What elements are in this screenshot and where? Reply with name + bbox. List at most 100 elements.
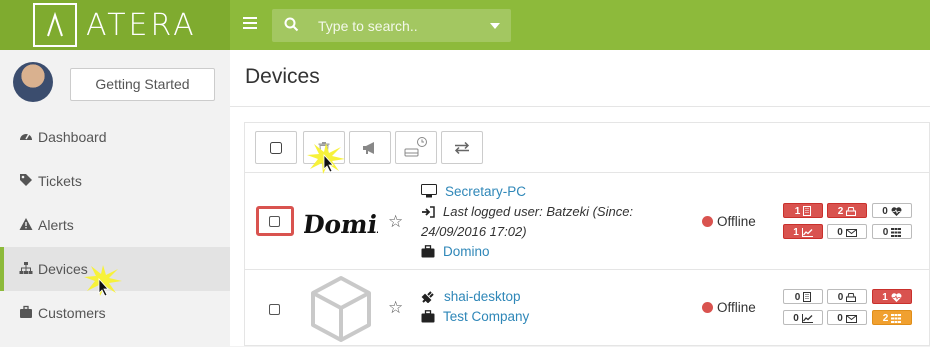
badge-apps[interactable]: 0 [872, 224, 912, 239]
tag-icon [20, 174, 32, 186]
status-badge: Offline [702, 300, 756, 315]
device-name-link[interactable]: shai-desktop [444, 289, 521, 304]
offline-dot-icon [702, 216, 713, 227]
badge-count: 0 [882, 206, 888, 217]
printer-icon [846, 207, 857, 216]
exchange-icon [454, 141, 470, 154]
badge-count: 0 [882, 227, 889, 238]
sidebar-item-label: Customers [38, 305, 106, 321]
badge-count: 2 [882, 313, 889, 324]
grid-icon [891, 228, 902, 237]
schedule-scan-button[interactable] [395, 131, 437, 164]
sidebar-item-alerts[interactable]: Alerts [0, 203, 230, 247]
chart-icon [801, 314, 813, 323]
device-info: shai-desktop Test Company [421, 287, 691, 329]
sidebar-item-dashboard[interactable]: Dashboard [0, 115, 230, 159]
sidebar-item-label: Tickets [38, 173, 82, 189]
device-name-line: shai-desktop [421, 287, 521, 307]
page-title: Devices [245, 65, 320, 88]
badge-count: 0 [837, 313, 843, 324]
badge-mail[interactable]: 0 [827, 224, 867, 239]
table-row[interactable]: ☆ shai-desktop Test Company Offline 0 0 … [245, 270, 930, 347]
badge-hardware[interactable]: 0 [783, 289, 823, 304]
transfer-button[interactable] [441, 131, 483, 164]
checkbox-icon [270, 141, 282, 154]
briefcase-icon [421, 245, 435, 258]
badge-printer[interactable]: 0 [827, 289, 867, 304]
badge-health[interactable]: 0 [872, 203, 912, 218]
logo-text: ATERA [86, 8, 197, 43]
last-user-line: Last logged user: Batzeki (Since: [421, 202, 633, 222]
customer-line: Domino [421, 242, 490, 262]
clock-hdd-icon [404, 136, 427, 156]
click-highlight-icon [307, 143, 345, 174]
badge-count: 1 [794, 206, 801, 217]
chart-icon [801, 228, 813, 237]
logo-text-domino: Domino. [304, 209, 378, 239]
device-name-line: Secretary-PC [421, 182, 526, 202]
envelope-icon [845, 315, 857, 323]
brand-area[interactable]: ATERA [0, 0, 230, 50]
megaphone-icon [363, 141, 374, 154]
last-user-cont-line: 24/09/2016 17:02) [421, 222, 527, 242]
warning-icon [19, 218, 33, 230]
customer-link[interactable]: Test Company [443, 309, 529, 324]
briefcase-icon [421, 310, 435, 323]
customer-link[interactable]: Domino [443, 244, 490, 259]
search-input[interactable] [318, 9, 478, 42]
table-row[interactable]: Domino. ☆ Secretary-PC Last logged user:… [245, 173, 930, 270]
badge-hardware[interactable]: 1 [783, 203, 823, 218]
default-device-cube-icon [311, 276, 371, 342]
main-panel: Devices Domino. ☆ Secretary-PC Last logg… [230, 50, 930, 346]
badge-count: 0 [793, 313, 799, 324]
favorite-star-icon[interactable]: ☆ [388, 298, 403, 318]
row-checkbox[interactable] [269, 304, 280, 315]
briefcase-icon [20, 305, 32, 318]
device-name-link[interactable]: Secretary-PC [445, 184, 526, 199]
device-info: Secretary-PC Last logged user: Batzeki (… [421, 182, 691, 264]
customer-line: Test Company [421, 307, 529, 327]
divider [230, 106, 930, 107]
announce-button[interactable] [349, 131, 391, 164]
sidebar: Getting Started Dashboard Tickets Alerts… [0, 50, 230, 346]
avatar[interactable] [13, 62, 53, 102]
badge-performance[interactable]: 0 [783, 310, 823, 325]
offline-dot-icon [702, 302, 713, 313]
getting-started-button[interactable]: Getting Started [70, 68, 215, 101]
customer-logo: Domino. [304, 209, 378, 239]
plug-icon [421, 291, 434, 304]
grid-icon [891, 314, 902, 323]
row-checkbox[interactable] [269, 216, 280, 227]
menu-toggle-icon[interactable] [243, 17, 257, 31]
search-box [272, 9, 511, 42]
status-badge: Offline [702, 214, 756, 229]
badge-printer[interactable]: 2 [827, 203, 867, 218]
search-dropdown-icon[interactable] [490, 23, 500, 29]
heartbeat-icon [891, 207, 902, 216]
top-bar: ATERA [0, 0, 930, 50]
sidebar-item-tickets[interactable]: Tickets [0, 159, 230, 203]
sidebar-item-label: Alerts [38, 217, 74, 233]
building-icon [803, 292, 812, 302]
badge-count: 0 [837, 227, 843, 238]
devices-panel: Domino. ☆ Secretary-PC Last logged user:… [244, 122, 930, 346]
printer-icon [846, 293, 857, 302]
desktop-icon [421, 184, 437, 198]
badge-count: 0 [794, 292, 801, 303]
badge-count: 1 [793, 227, 799, 238]
sidebar-item-label: Devices [38, 261, 88, 277]
sidebar-item-customers[interactable]: Customers [0, 291, 230, 335]
badge-mail[interactable]: 0 [827, 310, 867, 325]
badge-count: 2 [837, 206, 844, 217]
badge-performance[interactable]: 1 [783, 224, 823, 239]
logo-mark [33, 3, 77, 47]
building-icon [803, 206, 812, 216]
dashboard-icon [20, 133, 32, 140]
favorite-star-icon[interactable]: ☆ [388, 212, 403, 232]
sidebar-item-label: Dashboard [38, 129, 107, 145]
badge-apps[interactable]: 2 [872, 310, 912, 325]
last-user-text: Last logged user: Batzeki (Since: [443, 204, 634, 219]
select-all-button[interactable] [255, 131, 297, 164]
badge-health[interactable]: 1 [872, 289, 912, 304]
last-user-date: 24/09/2016 17:02) [421, 224, 527, 239]
